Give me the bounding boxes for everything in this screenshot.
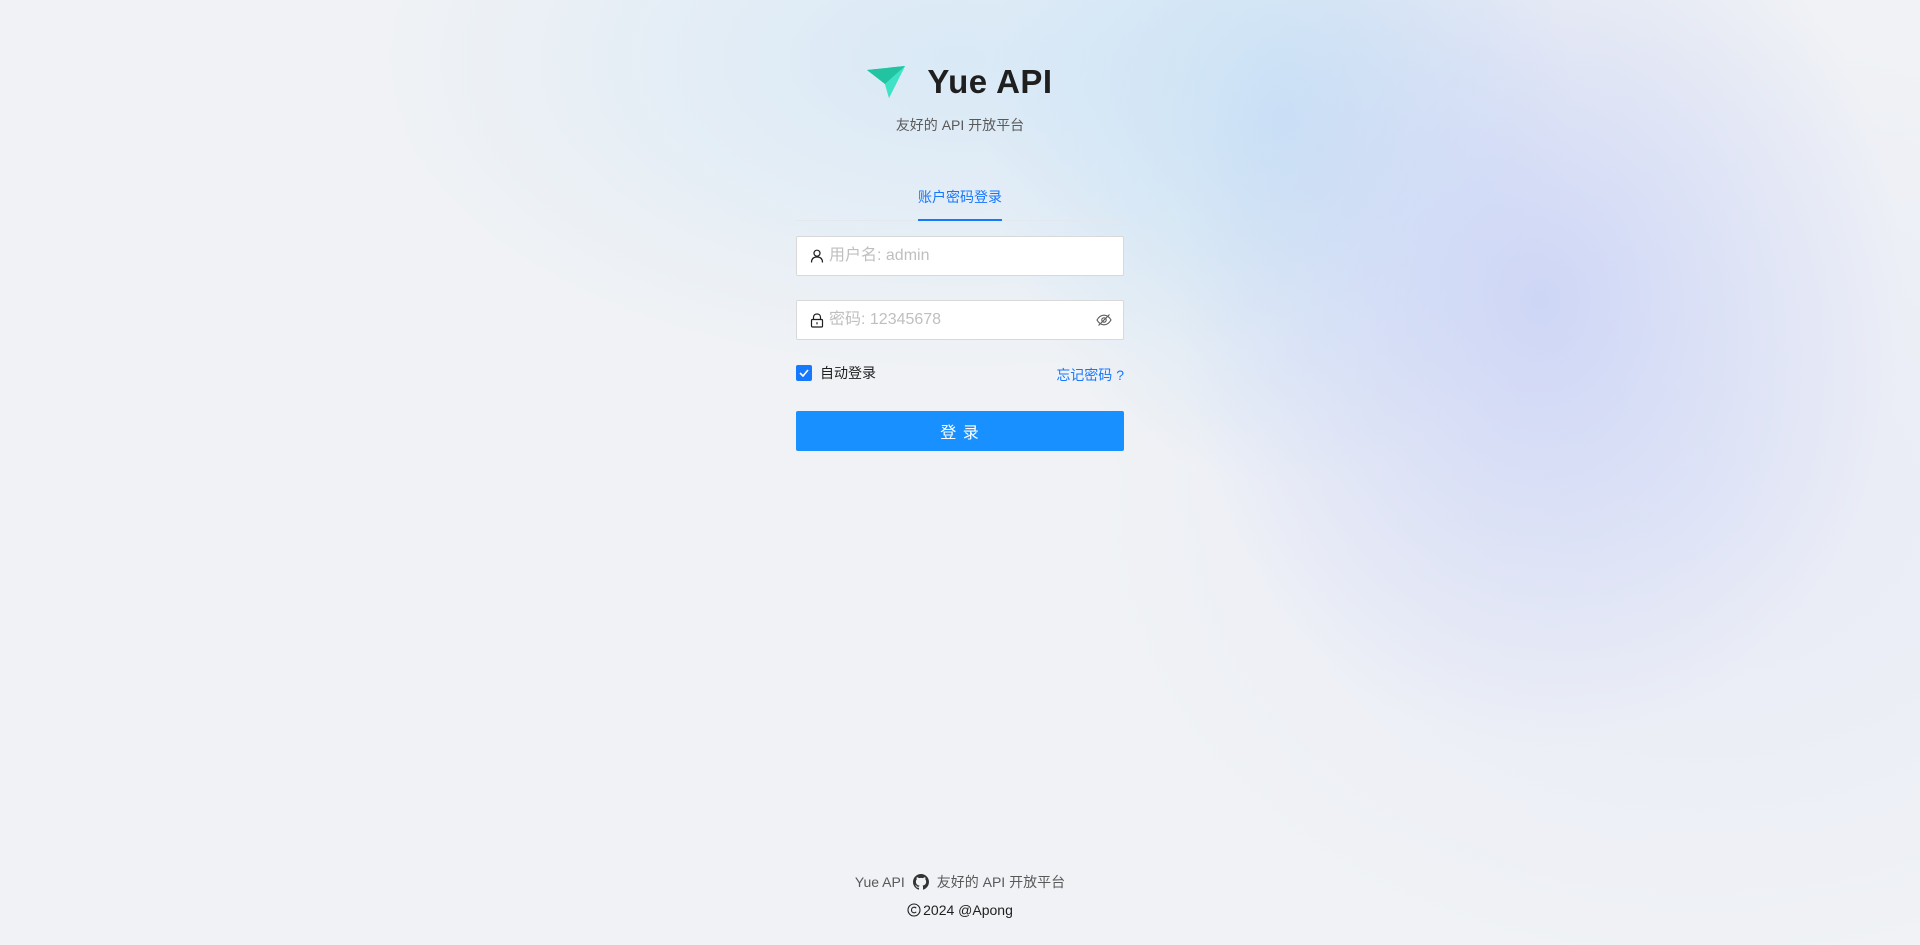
tab-active-indicator (918, 219, 1002, 221)
copyright-text: 2024 @Apong (923, 902, 1013, 918)
auto-login-checkbox[interactable]: 自动登录 (796, 363, 876, 383)
github-icon[interactable] (912, 874, 929, 890)
eye-invisible-icon[interactable] (1095, 311, 1113, 329)
auto-login-label[interactable]: 自动登录 (820, 363, 876, 383)
username-input[interactable] (829, 238, 1123, 274)
checkbox-checked-icon[interactable] (796, 365, 812, 381)
paper-plane-logo-icon (867, 64, 907, 100)
copyright-icon (907, 903, 921, 917)
brand-header: Yue API (0, 60, 1920, 104)
login-tabs: 账户密码登录 (796, 180, 1124, 221)
forgot-password-link[interactable]: 忘记密码 ? (1056, 365, 1124, 385)
tab-account-password[interactable]: 账户密码登录 (918, 187, 1002, 207)
password-input[interactable] (829, 302, 1095, 338)
footer-link-platform[interactable]: 友好的 API 开放平台 (937, 872, 1065, 892)
login-options: 自动登录 忘记密码 ? (796, 363, 1124, 385)
login-button[interactable]: 登 录 (796, 411, 1124, 451)
brand-subtitle: 友好的 API 开放平台 (895, 117, 1025, 133)
lock-icon (809, 312, 825, 328)
password-field[interactable] (796, 300, 1124, 340)
brand-title: Yue API (927, 63, 1053, 100)
user-icon (809, 248, 825, 264)
footer-links: Yue API 友好的 API 开放平台 (0, 872, 1920, 892)
footer-link-brand[interactable]: Yue API (855, 874, 905, 890)
footer-copyright: 2024 @Apong (0, 902, 1920, 918)
login-form: 账户密码登录 用户名: admin 自动登录 忘记密码 ? 登 录 (796, 180, 1124, 451)
username-field[interactable] (796, 236, 1124, 276)
